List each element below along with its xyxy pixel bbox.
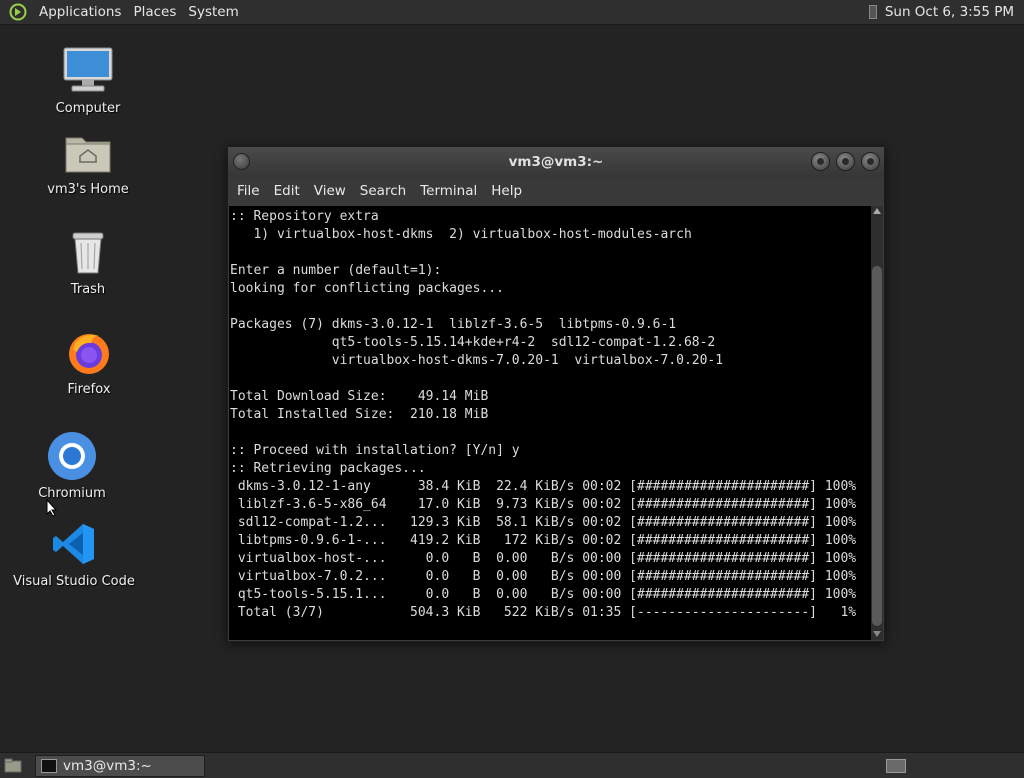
desktop-icon-computer[interactable]: Computer [23, 45, 153, 116]
home-folder-icon [60, 126, 116, 178]
menu-view[interactable]: View [307, 183, 353, 199]
terminal-line: qt5-tools-5.15.1... 0.0 B 0.00 B/s 00:00… [230, 587, 857, 602]
desktop-icon-vscode[interactable]: Visual Studio Code [9, 518, 139, 589]
desktop-icon-home[interactable]: vm3's Home [23, 126, 153, 197]
desktop-icon-firefox[interactable]: Firefox [24, 326, 154, 397]
clock[interactable]: Sun Oct 6, 3:55 PM [885, 4, 1014, 20]
terminal-line: looking for conflicting packages... [230, 281, 504, 296]
terminal-line: libtpms-0.9.6-1-... 419.2 KiB 172 KiB/s … [230, 533, 857, 548]
terminal-line: :: Repository extra [230, 209, 379, 224]
terminal-line: Total (3/7) 504.3 KiB 522 KiB/s 01:35 [-… [230, 605, 857, 620]
desktop-icon-label: Firefox [67, 382, 111, 397]
terminal-line: Total Download Size: 49.14 MiB [230, 389, 489, 404]
taskbar-item-terminal[interactable]: vm3@vm3:~ [35, 754, 205, 777]
tray-indicator-icon[interactable] [868, 5, 877, 19]
menu-help[interactable]: Help [484, 183, 529, 199]
minimize-button[interactable] [811, 152, 830, 171]
close-button[interactable] [861, 152, 880, 171]
terminal-line: :: Retrieving packages... [230, 461, 426, 476]
desktop-icon-label: vm3's Home [47, 182, 129, 197]
workspace-switcher[interactable] [886, 758, 906, 773]
trash-icon [60, 226, 116, 278]
terminal-line: Enter a number (default=1): [230, 263, 442, 278]
chromium-icon [44, 430, 100, 482]
terminal-line: virtualbox-host-dkms-7.0.20-1 virtualbox… [230, 353, 724, 368]
terminal-window[interactable]: vm3@vm3:~ File Edit View Search Terminal… [227, 146, 885, 642]
firefox-icon [61, 326, 117, 378]
distro-logo-icon[interactable] [8, 2, 28, 22]
scroll-thumb[interactable] [872, 266, 882, 626]
mouse-cursor-icon [46, 499, 58, 517]
terminal-line: Packages (7) dkms-3.0.12-1 liblzf-3.6-5 … [230, 317, 677, 332]
desktop-icon-trash[interactable]: Trash [23, 226, 153, 297]
scroll-up-arrow-icon[interactable] [873, 208, 881, 214]
terminal-line: sdl12-compat-1.2... 129.3 KiB 58.1 KiB/s… [230, 515, 857, 530]
menu-terminal[interactable]: Terminal [413, 183, 484, 199]
terminal-line: qt5-tools-5.15.14+kde+r4-2 sdl12-compat-… [230, 335, 716, 350]
maximize-button[interactable] [836, 152, 855, 171]
terminal-text: :: Repository extra 1) virtualbox-host-d… [229, 206, 872, 622]
window-title: vm3@vm3:~ [508, 154, 604, 170]
terminal-menubar: File Edit View Search Terminal Help [228, 177, 884, 205]
bottom-panel: vm3@vm3:~ [0, 752, 1024, 778]
computer-icon [60, 45, 116, 97]
window-titlebar[interactable]: vm3@vm3:~ [228, 147, 884, 177]
terminal-output[interactable]: :: Repository extra 1) virtualbox-host-d… [229, 206, 872, 640]
terminal-line: liblzf-3.6-5-x86_64 17.0 KiB 9.73 KiB/s … [230, 497, 857, 512]
desktop-icon-label: Visual Studio Code [13, 574, 135, 589]
desktop-icon-label: Trash [70, 282, 106, 297]
show-desktop-icon[interactable] [3, 757, 23, 775]
terminal-scrollbar[interactable] [871, 206, 883, 640]
scroll-down-arrow-icon[interactable] [873, 631, 881, 637]
menu-file[interactable]: File [230, 183, 267, 199]
menu-edit[interactable]: Edit [267, 183, 307, 199]
window-controls [811, 152, 880, 171]
menu-search[interactable]: Search [353, 183, 413, 199]
terminal-line: 1) virtualbox-host-dkms 2) virtualbox-ho… [230, 227, 692, 242]
vscode-icon [46, 518, 102, 570]
desktop-icon-label: Computer [55, 101, 121, 116]
terminal-line: :: Proceed with installation? [Y/n] y [230, 443, 520, 458]
terminal-line: virtualbox-7.0.2... 0.0 B 0.00 B/s 00:00… [230, 569, 857, 584]
terminal-line: virtualbox-host-... 0.0 B 0.00 B/s 00:00… [230, 551, 857, 566]
terminal-line: Total Installed Size: 210.18 MiB [230, 407, 489, 422]
desktop-icon-chromium[interactable]: Chromium [7, 430, 137, 501]
system-menu[interactable]: System [182, 4, 244, 20]
places-menu[interactable]: Places [127, 4, 182, 20]
trash-applet-icon[interactable] [1006, 757, 1018, 775]
top-panel: Applications Places System Sun Oct 6, 3:… [0, 0, 1024, 25]
terminal-line: dkms-3.0.12-1-any 38.4 KiB 22.4 KiB/s 00… [230, 479, 857, 494]
applications-menu[interactable]: Applications [33, 4, 127, 20]
taskbar-item-label: vm3@vm3:~ [63, 757, 152, 774]
terminal-icon [41, 758, 57, 773]
